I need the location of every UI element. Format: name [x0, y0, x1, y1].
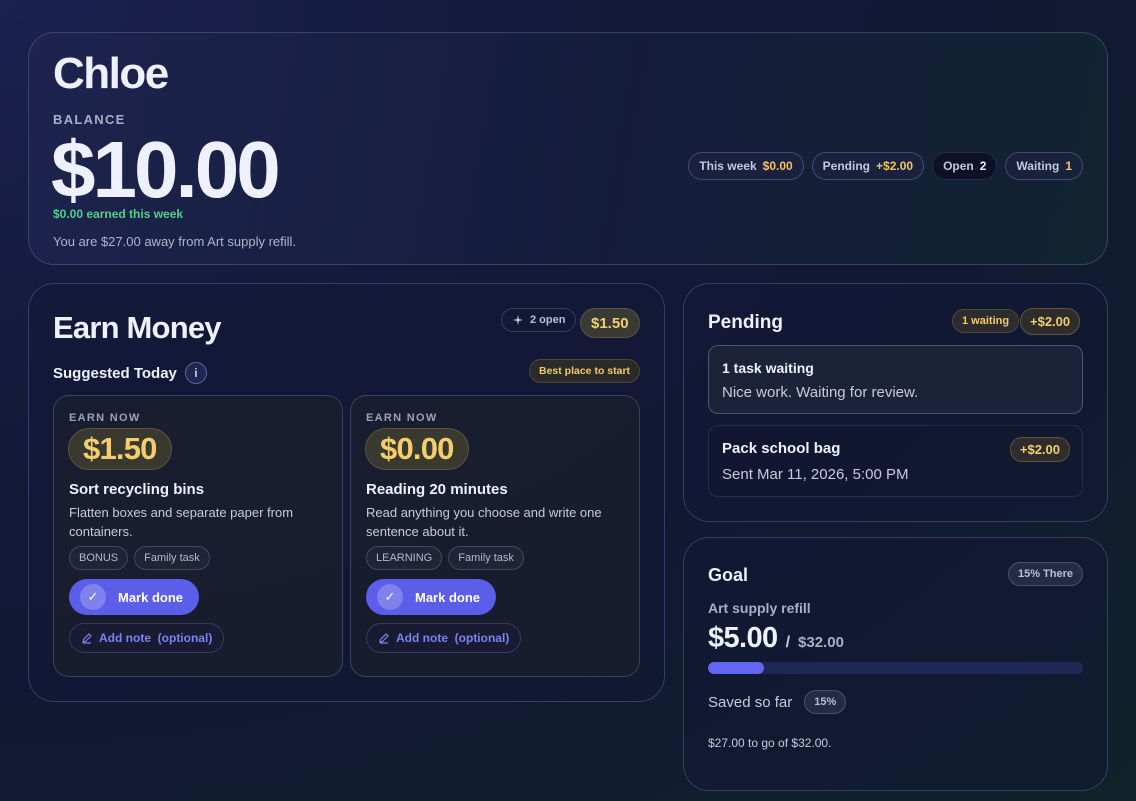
task-tag: BONUS [69, 546, 129, 570]
goal-card: Goal 15% There Art supply refill $5.00 /… [683, 537, 1108, 791]
open-count-label: 2 open [530, 314, 566, 326]
add-note-button[interactable]: Add note (optional) [69, 623, 225, 653]
pending-total-chip: +$2.00 [1020, 308, 1081, 335]
add-note-button[interactable]: Add note (optional) [366, 623, 522, 653]
saved-so-far-row: Saved so far 15% [708, 690, 847, 714]
available-amount-chip: $1.50 [580, 308, 640, 338]
stat-label: Open [943, 159, 974, 173]
earned-this-week: $0.00 earned this week [53, 207, 184, 221]
check-icon: ✓ [377, 584, 403, 610]
earn-title: Earn Money [53, 310, 222, 345]
pending-summary-title: 1 task waiting [722, 360, 814, 376]
waiting-count-chip: 1 waiting [952, 309, 1020, 333]
stat-pending: Pending +$2.00 [811, 152, 925, 180]
mark-done-label: Mark done [415, 589, 481, 605]
sparkle-icon [513, 315, 523, 325]
stat-value: $0.00 [762, 159, 793, 173]
earn-money-card: Earn Money 2 open $1.50 Suggested Today … [28, 283, 665, 702]
saved-percent-chip: 15% [804, 690, 847, 714]
task-card-recycling: EARN NOW $1.50 Sort recycling bins Flatt… [53, 395, 343, 677]
add-note-label: Add note (optional) [99, 631, 213, 645]
task-tag: Family task [448, 546, 524, 570]
stat-value: 2 [979, 159, 987, 173]
pending-summary-text: Nice work. Waiting for review. [722, 384, 919, 401]
open-count-chip: 2 open [501, 308, 577, 332]
task-card-reading: EARN NOW $0.00 Reading 20 minutes Read a… [350, 395, 640, 677]
check-icon: ✓ [80, 584, 106, 610]
task-title: Sort recycling bins [69, 481, 205, 498]
pending-title: Pending [708, 312, 783, 333]
goal-distance-text: You are $27.00 away from Art supply refi… [53, 234, 297, 249]
task-price: $0.00 [365, 428, 469, 470]
pending-item[interactable]: Pack school bag Sent Mar 11, 2026, 5:00 … [708, 425, 1083, 497]
pencil-icon [82, 633, 92, 644]
stat-open: Open 2 [932, 152, 998, 180]
stat-label: Pending [822, 159, 871, 173]
task-description: Read anything you choose and write one s… [366, 505, 602, 539]
stat-this-week: This week $0.00 [688, 152, 804, 180]
goal-separator: / [785, 634, 791, 651]
suggested-heading: Suggested Today i [53, 362, 207, 384]
best-place-chip: Best place to start [529, 359, 641, 383]
task-tags: BONUS Family task [69, 546, 210, 570]
goal-amounts: $5.00 / $32.00 [708, 622, 844, 655]
task-price: $1.50 [68, 428, 172, 470]
earn-now-label: EARN NOW [69, 412, 141, 424]
task-description: Flatten boxes and separate paper from co… [69, 505, 294, 539]
goal-name: Art supply refill [708, 600, 811, 616]
balance-card: Chloe BALANCE $10.00 $0.00 earned this w… [28, 32, 1108, 265]
pending-card: Pending 1 waiting +$2.00 1 task waiting … [683, 283, 1108, 522]
balance-amount: $10.00 [51, 125, 281, 214]
stat-label: Waiting [1016, 159, 1060, 173]
goal-remaining-text: $27.00 to go of $32.00. [708, 736, 832, 750]
goal-title: Goal [708, 565, 749, 585]
task-tag: Family task [134, 546, 210, 570]
goal-percent-chip: 15% There [1007, 562, 1083, 586]
pending-item-timestamp: Sent Mar 11, 2026, 5:00 PM [722, 466, 909, 483]
stat-label: This week [699, 159, 757, 173]
task-title: Reading 20 minutes [366, 481, 508, 498]
suggested-label: Suggested Today [53, 364, 177, 382]
task-tag: LEARNING [366, 546, 443, 570]
stat-value: 1 [1065, 159, 1072, 173]
pencil-icon [379, 633, 389, 644]
stat-value: +$2.00 [876, 159, 914, 173]
mark-done-button[interactable]: ✓ Mark done [366, 579, 497, 615]
goal-progress-fill [708, 662, 765, 674]
info-icon[interactable]: i [184, 362, 207, 384]
saved-so-far-label: Saved so far [708, 693, 793, 711]
pending-item-title: Pack school bag [722, 440, 841, 457]
goal-saved-amount: $5.00 [708, 622, 778, 654]
goal-progress-bar [708, 662, 1083, 674]
mark-done-label: Mark done [118, 589, 184, 605]
pending-summary: 1 task waiting Nice work. Waiting for re… [708, 345, 1083, 414]
earn-now-label: EARN NOW [366, 412, 438, 424]
stat-waiting: Waiting 1 [1005, 152, 1083, 180]
goal-target-amount: $32.00 [798, 634, 844, 651]
pending-item-amount: +$2.00 [1009, 437, 1070, 462]
mark-done-button[interactable]: ✓ Mark done [69, 579, 200, 615]
add-note-label: Add note (optional) [396, 631, 510, 645]
task-tags: LEARNING Family task [366, 546, 524, 570]
stat-chips: This week $0.00 Pending +$2.00 Open 2 Wa… [688, 152, 1083, 180]
child-name: Chloe [53, 49, 169, 98]
